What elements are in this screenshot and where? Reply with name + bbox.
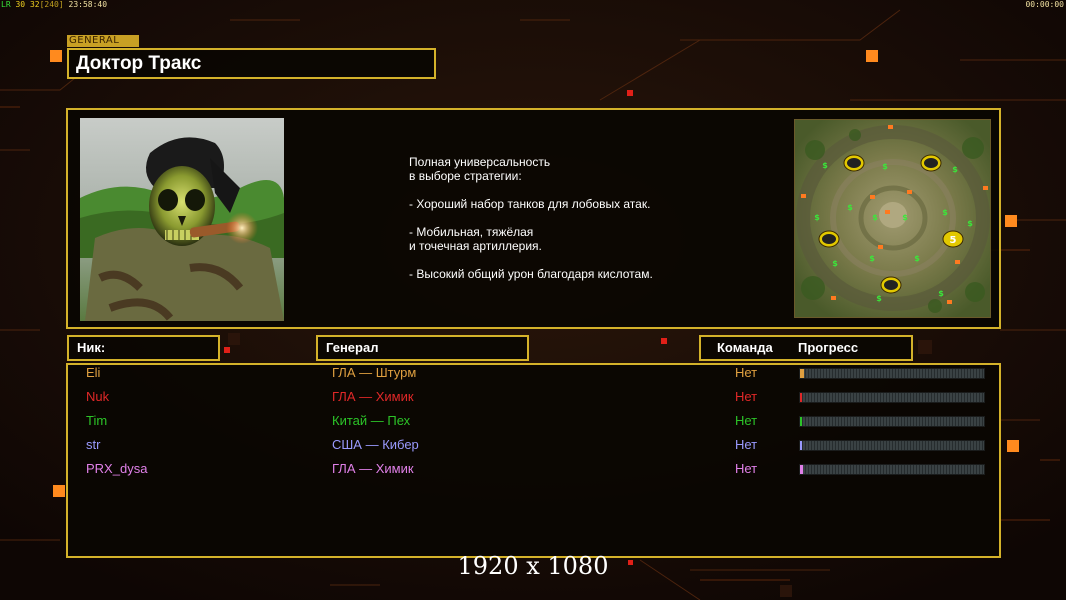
player-progress-bar [799,392,985,403]
map-resource: $ [869,254,875,263]
header-nick: Ник: [67,335,220,361]
player-nick: str [86,437,101,452]
map-resource: $ [952,165,958,174]
player-general: ГЛА — Химик [332,461,414,476]
player-row: Tim Китай — Пех Нет [0,411,1066,431]
map-preview: 5 $ $ $ $ $ $ $ $ $ $ $ $ $ $ [794,119,991,318]
player-nick: Tim [86,413,108,428]
description-line: - Высокий общий урон благодаря кислотам. [409,267,653,281]
progress-fill [800,465,803,474]
description-line: в выборе стратегии: [409,169,522,183]
player-progress-bar [799,368,985,379]
player-general: Китай — Пех [332,413,411,428]
hud-lr: LR [1,0,11,9]
progress-fill [800,393,802,402]
player-nick: Nuk [86,389,110,404]
player-team: Нет [735,461,758,476]
player-team: Нет [735,413,758,428]
hud-value-1: 30 [15,0,26,9]
map-resource: $ [876,294,882,303]
header-general: Генерал [316,335,529,361]
player-progress-bar [799,464,985,475]
map-resource: $ [967,219,973,228]
description-line: - Хороший набор танков для лобовых атак. [409,197,651,211]
header-progress: Прогресс [798,340,859,355]
player-general: США — Кибер [332,437,419,452]
general-description: Полная универсальность в выборе стратеги… [409,155,653,281]
player-row: Eli ГЛА — Штурм Нет [0,363,1066,383]
player-general: ГЛА — Химик [332,389,414,404]
player-team: Нет [735,437,758,452]
map-resource: $ [938,289,944,298]
player-progress-bar [799,416,985,427]
player-team: Нет [735,365,758,380]
hud-value-3: [240] [39,0,64,9]
header-team-progress: Команда Прогресс [699,335,913,361]
player-progress-bar [799,440,985,451]
map-resource: $ [822,161,828,170]
progress-fill [800,441,802,450]
map-resource: $ [902,213,908,222]
player-row: PRX_dysa ГЛА — Химик Нет [0,459,1066,479]
header-team: Команда [717,340,773,355]
map-start-marker: 5 [950,235,957,246]
general-title: Доктор Тракс [67,48,436,79]
map-resource: $ [942,208,948,217]
player-nick: Eli [86,365,101,380]
progress-fill [800,417,802,426]
map-resource: $ [832,259,838,268]
map-resource: $ [814,213,820,222]
description-line: Полная универсальность [409,155,551,169]
map-resource: $ [914,254,920,263]
map-resource: $ [847,203,853,212]
hud-clock: 23:58:40 [68,0,108,9]
player-row: Nuk ГЛА — Химик Нет [0,387,1066,407]
hud-status: LR 30 32[240] 23:58:40 [1,0,107,9]
map-resource: $ [872,213,878,222]
player-general: ГЛА — Штурм [332,365,417,380]
description-line: - Мобильная, тяжёлая [409,225,534,239]
resolution-caption: 1920 x 1080 [457,552,609,580]
hud-timer: 00:00:00 [1025,0,1064,9]
general-tag: GENERAL [67,35,139,47]
progress-fill [800,369,804,378]
map-resource: $ [882,162,888,171]
player-row: str США — Кибер Нет [0,435,1066,455]
player-team: Нет [735,389,758,404]
general-portrait [80,118,284,321]
hud-value-2: 32 [29,0,40,9]
player-nick: PRX_dysa [86,461,148,476]
description-line: и точечная артиллерия. [409,239,542,253]
